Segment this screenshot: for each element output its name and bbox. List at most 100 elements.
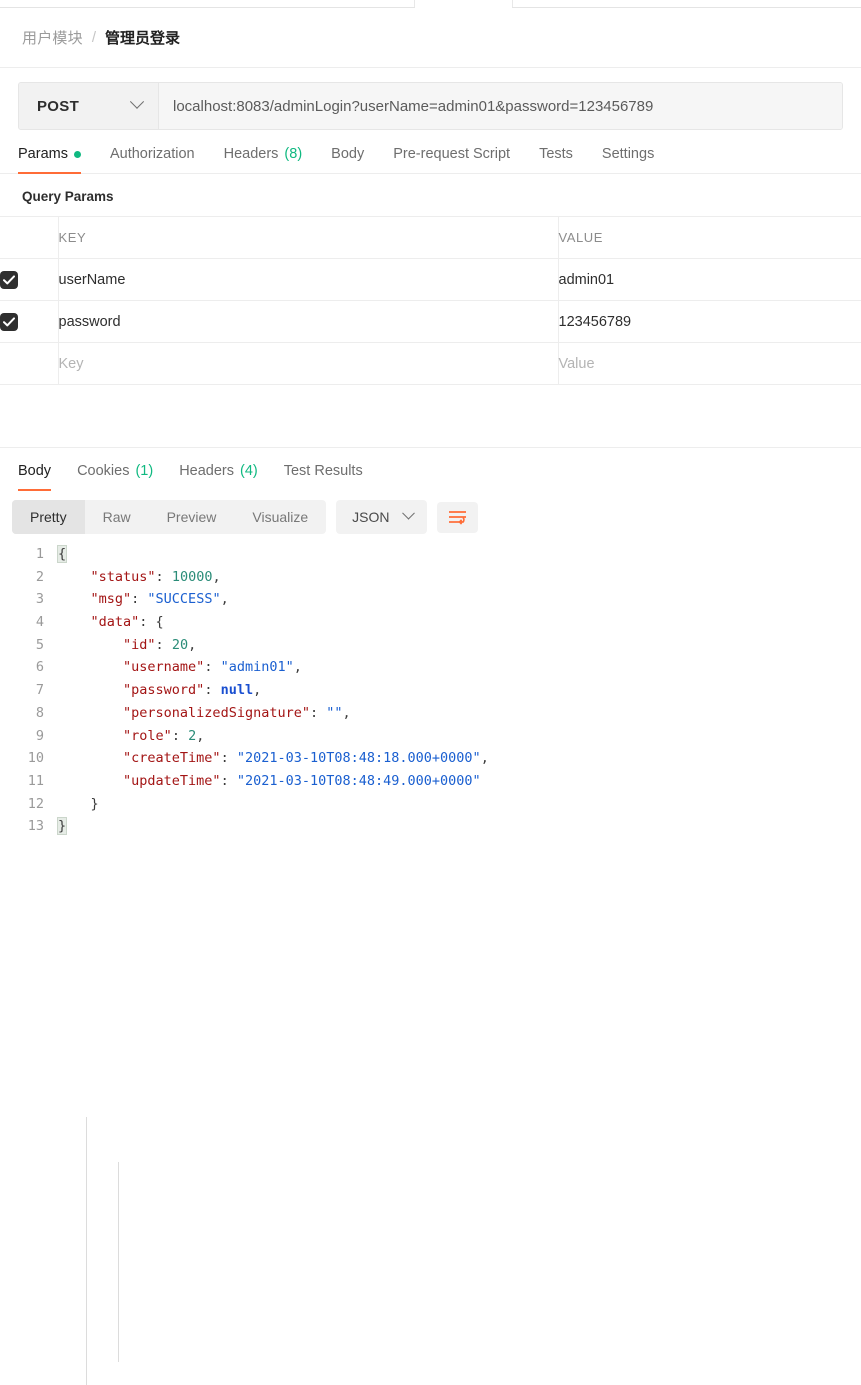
breadcrumb-parent[interactable]: 用户模块 <box>22 27 83 48</box>
code-line-text: } <box>58 793 99 816</box>
code-token-k: "role" <box>123 727 172 744</box>
request-tab-tests[interactable]: Tests <box>539 146 573 173</box>
table-row: password 123456789 <box>0 300 861 343</box>
code-token-p: : <box>220 750 237 767</box>
request-tab-pre-request-script[interactable]: Pre-request Script <box>393 146 510 173</box>
code-token-k: "personalizedSignature" <box>123 704 310 721</box>
code-token-s: "2021-03-10T08:48:49.000+0000" <box>236 772 481 789</box>
header-checkbox-col <box>0 216 59 259</box>
response-body-code[interactable]: 1{2 "status": 10000, 3 "msg": "SUCCESS", 4… <box>0 534 861 1385</box>
code-line-text: "personalizedSignature": "", <box>58 702 351 725</box>
param-value-cell[interactable]: admin01 <box>558 258 861 301</box>
code-line-text: "role": 2, <box>58 725 204 748</box>
code-line: 4 "data": { <box>0 611 861 634</box>
response-toolbar: Pretty Raw Preview Visualize JSON <box>0 490 861 534</box>
tab-divider-2 <box>512 0 513 7</box>
request-tab-body[interactable]: Body <box>331 146 364 173</box>
code-token-p: , <box>212 568 221 585</box>
request-tab-settings[interactable]: Settings <box>602 146 654 173</box>
header-key: KEY <box>58 216 559 259</box>
response-tabs: Body Cookies (1) Headers (4) Test Results <box>0 448 861 491</box>
view-mode-visualize[interactable]: Visualize <box>234 500 326 534</box>
response-format-dropdown[interactable]: JSON <box>336 500 427 534</box>
check-icon <box>3 274 15 284</box>
line-number: 8 <box>35 704 44 721</box>
code-line-text: "id": 20, <box>58 634 196 657</box>
response-tab-cookies[interactable]: Cookies (1) <box>77 463 153 490</box>
view-mode-pretty[interactable]: Pretty <box>12 500 85 534</box>
matching-brace: { <box>56 545 68 563</box>
response-format-label: JSON <box>352 509 390 525</box>
view-mode-preview[interactable]: Preview <box>149 500 235 534</box>
code-line: 7 "password": null, <box>0 679 861 702</box>
line-number: 13 <box>27 818 44 835</box>
code-token-p: , <box>480 750 489 767</box>
params-modified-dot-icon <box>73 150 81 158</box>
code-token-s: "" <box>326 704 343 721</box>
breadcrumb: 用户模块 / 管理员登录 <box>0 8 861 68</box>
response-tab-label: Body <box>18 463 52 479</box>
row-checkbox[interactable] <box>0 312 18 331</box>
code-line: 13} <box>0 815 861 838</box>
code-line: 12 } <box>0 793 861 816</box>
code-token-p: : <box>171 727 189 744</box>
request-tab-headers[interactable]: Headers (8) <box>224 146 303 173</box>
word-wrap-button[interactable] <box>436 501 478 533</box>
indent-guide-1 <box>86 1117 87 1385</box>
code-line-text: } <box>56 815 68 838</box>
code-token-k: "id" <box>123 636 156 653</box>
code-token-p: : <box>220 772 237 789</box>
param-key-cell[interactable]: userName <box>58 258 559 301</box>
code-token-s: "2021-03-10T08:48:18.000+0000" <box>236 750 481 767</box>
line-number: 5 <box>35 636 44 653</box>
code-token-k: "password" <box>123 682 205 699</box>
response-tab-body[interactable]: Body <box>18 463 52 491</box>
http-method-dropdown[interactable]: POST <box>19 83 159 129</box>
code-token-p: : <box>204 659 221 676</box>
breadcrumb-separator: / <box>91 29 96 46</box>
row-checkbox[interactable] <box>0 270 18 289</box>
param-value-cell[interactable]: 123456789 <box>558 300 861 343</box>
code-token-p: : <box>204 682 221 699</box>
url-input[interactable]: localhost:8083/adminLogin?userName=admin… <box>159 83 842 129</box>
request-tabs: Params Authorization Headers (8) Body Pre-req… <box>0 130 861 174</box>
header-value: VALUE <box>558 216 861 259</box>
request-tab-params[interactable]: Params <box>18 146 81 174</box>
code-line: 9 "role": 2, <box>0 725 861 748</box>
code-token-p: , <box>220 591 229 608</box>
response-tab-label: Headers <box>179 463 234 479</box>
code-line-text: "createTime": "2021-03-10T08:48:18.000+0… <box>58 747 489 770</box>
param-value-cell[interactable]: Value <box>558 342 861 385</box>
line-number: 12 <box>27 795 44 812</box>
line-number: 4 <box>35 614 44 631</box>
code-token-p: : { <box>139 614 164 631</box>
window-tab-strip <box>0 0 861 8</box>
response-tab-test-results[interactable]: Test Results <box>284 463 363 490</box>
request-tab-label: Pre-request Script <box>393 146 511 162</box>
code-line-text: "msg": "SUCCESS", <box>58 588 229 611</box>
tab-divider-1 <box>414 0 415 7</box>
code-token-s: "admin01" <box>220 659 294 676</box>
breadcrumb-current: 管理员登录 <box>104 30 180 47</box>
row-checkbox-cell <box>0 342 59 385</box>
word-wrap-icon <box>448 510 466 525</box>
code-token-k: "username" <box>123 659 205 676</box>
code-token-nl: null <box>220 682 254 699</box>
view-mode-raw[interactable]: Raw <box>85 500 149 534</box>
code-token-p: , <box>293 659 302 676</box>
response-tab-count: (1) <box>135 463 154 479</box>
code-line: 5 "id": 20, <box>0 634 861 657</box>
check-icon <box>3 316 15 326</box>
request-tab-label: Tests <box>539 146 573 162</box>
table-row: userName admin01 <box>0 258 861 301</box>
response-tab-headers[interactable]: Headers (4) <box>179 463 258 490</box>
param-key-cell[interactable]: Key <box>58 342 559 385</box>
request-tab-label: Params <box>18 146 68 162</box>
code-token-p: , <box>342 704 351 721</box>
param-key-cell[interactable]: password <box>58 300 559 343</box>
request-tab-authorization[interactable]: Authorization <box>110 146 195 173</box>
